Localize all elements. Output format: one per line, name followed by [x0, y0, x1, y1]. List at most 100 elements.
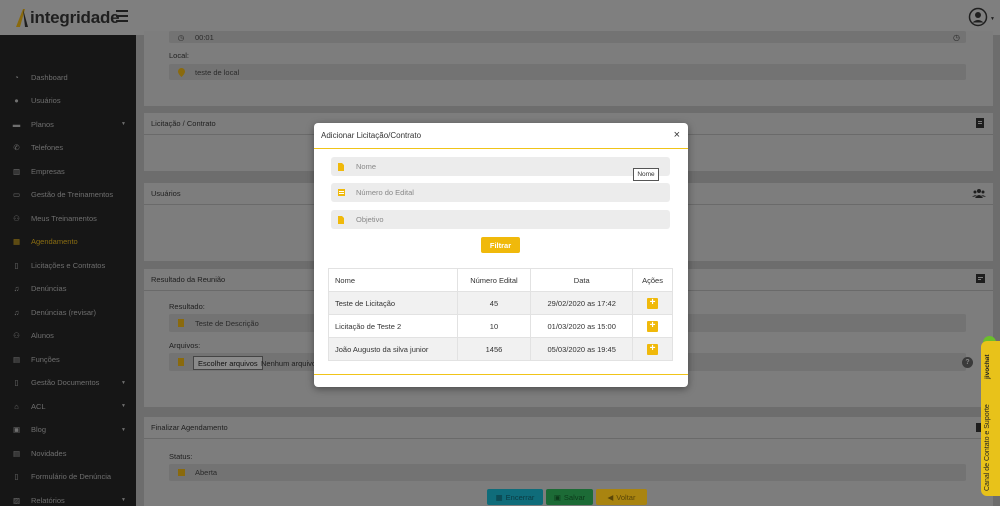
sidebar-item-16[interactable]: ▤ Novidades — [0, 442, 136, 464]
sidebar-item-label: Gestão de Treinamentos — [31, 190, 114, 199]
cell-acoes: + — [632, 314, 673, 338]
numero-edital-placeholder: Número do Edital — [356, 188, 414, 197]
sidebar-item-3[interactable]: ✆ Telefones — [0, 137, 136, 159]
clock-picker-icon[interactable]: ◷ — [953, 33, 960, 42]
sidebar-item-5[interactable]: ▭ Gestão de Treinamentos — [0, 184, 136, 206]
blog-icon: ▣ — [12, 425, 21, 434]
cell-data: 01/03/2020 as 15:00 — [530, 314, 634, 338]
sidebar-item-0[interactable]: ◔ Dashboard — [0, 66, 136, 88]
encerrar-label: Encerrar — [505, 492, 535, 502]
cell-data: 29/02/2020 as 17:42 — [530, 291, 634, 315]
sidebar-item-18[interactable]: ▨ Relatórios ▼ — [0, 489, 136, 506]
cell-numero: 10 — [456, 314, 532, 338]
choose-files-button[interactable]: Escolher arquivos — [193, 356, 263, 370]
chevron-down-icon: ▼ — [121, 379, 126, 386]
sidebar-item-label: Licitações e Contratos — [31, 260, 106, 270]
licitacao-title: Licitação / Contrato — [151, 119, 216, 128]
sidebar-item-17[interactable]: ▯ Formulário de Denúncia — [0, 466, 136, 488]
sidebar-item-15[interactable]: ▣ Blog ▼ — [0, 419, 136, 441]
sidebar-item-2[interactable]: ▬ Planos ▼ — [0, 113, 136, 135]
file-icon — [337, 162, 345, 171]
sidebar-item-7[interactable]: ▦ Agendamento — [0, 231, 136, 253]
nome-tooltip: Nome — [633, 168, 659, 181]
id-card-icon: ▤ — [12, 354, 21, 364]
col-numero-edital[interactable]: Número Edital — [456, 268, 532, 292]
support-chat-widget[interactable]: jivochat Canal de Contato e Suporte — [981, 341, 1000, 496]
salvar-label: Salvar — [563, 492, 586, 502]
cell-data: 05/03/2020 as 19:45 — [530, 337, 634, 361]
save-icon: ▣ — [553, 492, 561, 502]
user-avatar-icon[interactable] — [968, 7, 988, 27]
add-licitacao-modal: Adicionar Licitação/Contrato × Nome Núme… — [314, 123, 688, 387]
sidebar-item-9[interactable]: ♫ Denúncias — [0, 278, 136, 300]
sidebar-item-label: Denúncias — [31, 284, 67, 293]
filter-button[interactable]: Filtrar — [481, 237, 520, 253]
status-field[interactable]: Aberta — [169, 464, 966, 481]
voltar-button[interactable]: ◀ Voltar — [596, 489, 647, 505]
close-icon[interactable]: × — [674, 129, 680, 141]
sidebar-item-label: Relatórios — [31, 495, 65, 505]
chevron-down-icon: ▼ — [121, 121, 126, 127]
encerrar-button[interactable]: ▦ Encerrar — [487, 489, 543, 505]
sidebar-item-label: Formulário de Denúncia — [31, 472, 112, 481]
modal-footer-divider — [314, 374, 688, 375]
local-field[interactable]: teste de local — [169, 64, 966, 80]
sidebar-item-8[interactable]: ▯ Licitações e Contratos — [0, 254, 136, 276]
sidebar-item-label: Dashboard — [31, 72, 68, 82]
chevron-down-icon: ▼ — [121, 403, 126, 409]
voltar-label: Voltar — [616, 492, 636, 502]
sidebar-item-label: Novidades — [31, 448, 67, 458]
file-icon — [337, 215, 345, 224]
sidebar-item-label: Empresas — [31, 166, 65, 176]
menu-toggle-icon[interactable] — [116, 10, 128, 22]
sidebar-item-label: ACL — [31, 401, 46, 411]
status-icon — [176, 469, 186, 476]
file-icon: ▯ — [14, 260, 19, 270]
time-field[interactable]: ◷ 00:01 ◷ — [169, 31, 966, 43]
phone-icon: ✆ — [13, 143, 20, 152]
presentation-icon: ▭ — [12, 190, 21, 199]
user-caret-icon[interactable]: ▼ — [990, 16, 995, 22]
modal-header: Adicionar Licitação/Contrato × — [314, 123, 688, 149]
sidebar-item-4[interactable]: ▥ Empresas — [0, 160, 136, 182]
sidebar-item-12[interactable]: ▤ Funções — [0, 348, 136, 370]
brand-logo[interactable]: integridade — [14, 7, 120, 29]
sidebar-item-14[interactable]: ⌂ ACL ▼ — [0, 395, 136, 417]
file-icon — [976, 118, 986, 128]
sidebar-item-label: Agendamento — [31, 237, 78, 246]
sidebar-item-label: Meus Treinamentos — [31, 213, 97, 223]
file-text-icon — [176, 319, 186, 327]
users-icon: ⚇ — [13, 331, 20, 340]
resultado-value: Teste de Descrição — [195, 318, 259, 328]
cell-acoes: + — [632, 337, 673, 361]
salvar-button[interactable]: ▣ Salvar — [546, 489, 593, 505]
numero-edital-input[interactable]: Número do Edital — [331, 183, 670, 202]
resultado-label: Resultado: — [169, 302, 205, 311]
file-upload-icon — [176, 358, 186, 366]
add-row-button[interactable]: + — [647, 297, 659, 309]
modal-title: Adicionar Licitação/Contrato — [321, 131, 422, 140]
sidebar-item-10[interactable]: ♫ Denúncias (revisar) — [0, 301, 136, 323]
add-row-button[interactable]: + — [647, 320, 659, 332]
chevron-down-icon: ▼ — [121, 426, 126, 433]
sidebar-item-11[interactable]: ⚇ Alunos — [0, 325, 136, 347]
add-row-button[interactable]: + — [647, 343, 659, 355]
report-icon: ▨ — [12, 495, 21, 505]
nome-input[interactable]: Nome — [331, 157, 670, 176]
col-acoes: Ações — [632, 268, 673, 292]
col-data[interactable]: Data — [530, 268, 634, 292]
status-value: Aberta — [195, 468, 218, 477]
sidebar-item-label: Funções — [31, 354, 60, 364]
col-nome[interactable]: Nome — [328, 268, 458, 292]
sidebar-item-1[interactable]: ● Usuários — [0, 90, 136, 112]
sidebar-item-13[interactable]: ▯ Gestão Documentos ▼ — [0, 372, 136, 394]
help-icon[interactable]: ? — [962, 357, 973, 368]
calendar-icon: ▦ — [12, 237, 21, 246]
card-info: ◷ 00:01 ◷ Local: teste de local — [144, 31, 993, 106]
usuarios-title: Usuários — [151, 189, 181, 198]
table-row: Licitação de Teste 2 10 01/03/2020 as 15… — [328, 314, 673, 338]
sidebar-item-6[interactable]: ⚇ Meus Treinamentos — [0, 207, 136, 229]
time-value: 00:01 — [195, 32, 214, 42]
objetivo-input[interactable]: Objetivo — [331, 210, 670, 229]
sidebar-item-label: Planos — [31, 119, 54, 129]
